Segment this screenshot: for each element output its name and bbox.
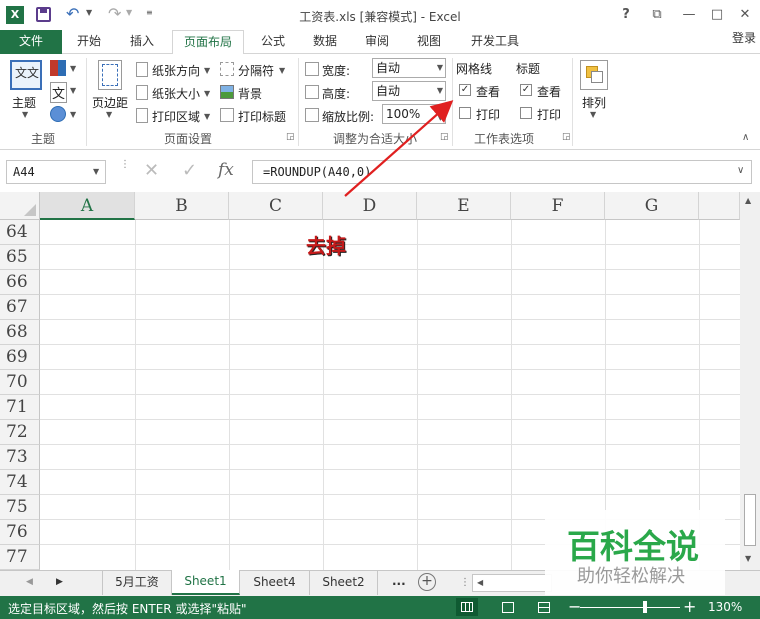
tab-split-handle[interactable]: ⋮ — [460, 577, 470, 588]
more-sheets-button[interactable]: ... — [392, 574, 406, 588]
status-bar: 选定目标区域，然后按 ENTER 或选择"粘贴" − + 130% — [0, 596, 760, 619]
sheet-tab-sheet1[interactable]: Sheet1 — [172, 570, 240, 595]
zoom-in-button[interactable]: + — [683, 597, 696, 616]
scroll-left-icon[interactable]: ◀ — [477, 578, 483, 587]
watermark-title: 百科全说 — [567, 527, 699, 566]
page-layout-view-icon[interactable] — [502, 602, 514, 613]
sheet-tab-sheet2[interactable]: Sheet2 — [310, 571, 378, 595]
zoom-slider-thumb[interactable] — [643, 601, 647, 613]
annotation-label: 去掉 — [306, 234, 346, 258]
watermark: 百科全说 助你轻松解决 — [545, 510, 725, 595]
sheet-tab-sheet4[interactable]: Sheet4 — [240, 571, 310, 595]
watermark-subtitle: 助你轻松解决 — [577, 566, 685, 587]
add-sheet-button[interactable]: + — [418, 573, 436, 591]
next-sheet-icon[interactable]: ▶ — [56, 577, 63, 587]
page-break-view-icon[interactable] — [538, 602, 550, 613]
zoom-level[interactable]: 130% — [708, 600, 742, 614]
status-message: 选定目标区域，然后按 ENTER 或选择"粘贴" — [8, 602, 247, 616]
prev-sheet-icon[interactable]: ◀ — [26, 577, 33, 587]
normal-view-icon[interactable] — [456, 598, 478, 616]
sheet-tab-may-salary[interactable]: 5月工资 — [102, 571, 172, 595]
zoom-slider-track[interactable] — [580, 607, 680, 608]
horizontal-scrollbar[interactable]: ◀ — [472, 574, 552, 592]
